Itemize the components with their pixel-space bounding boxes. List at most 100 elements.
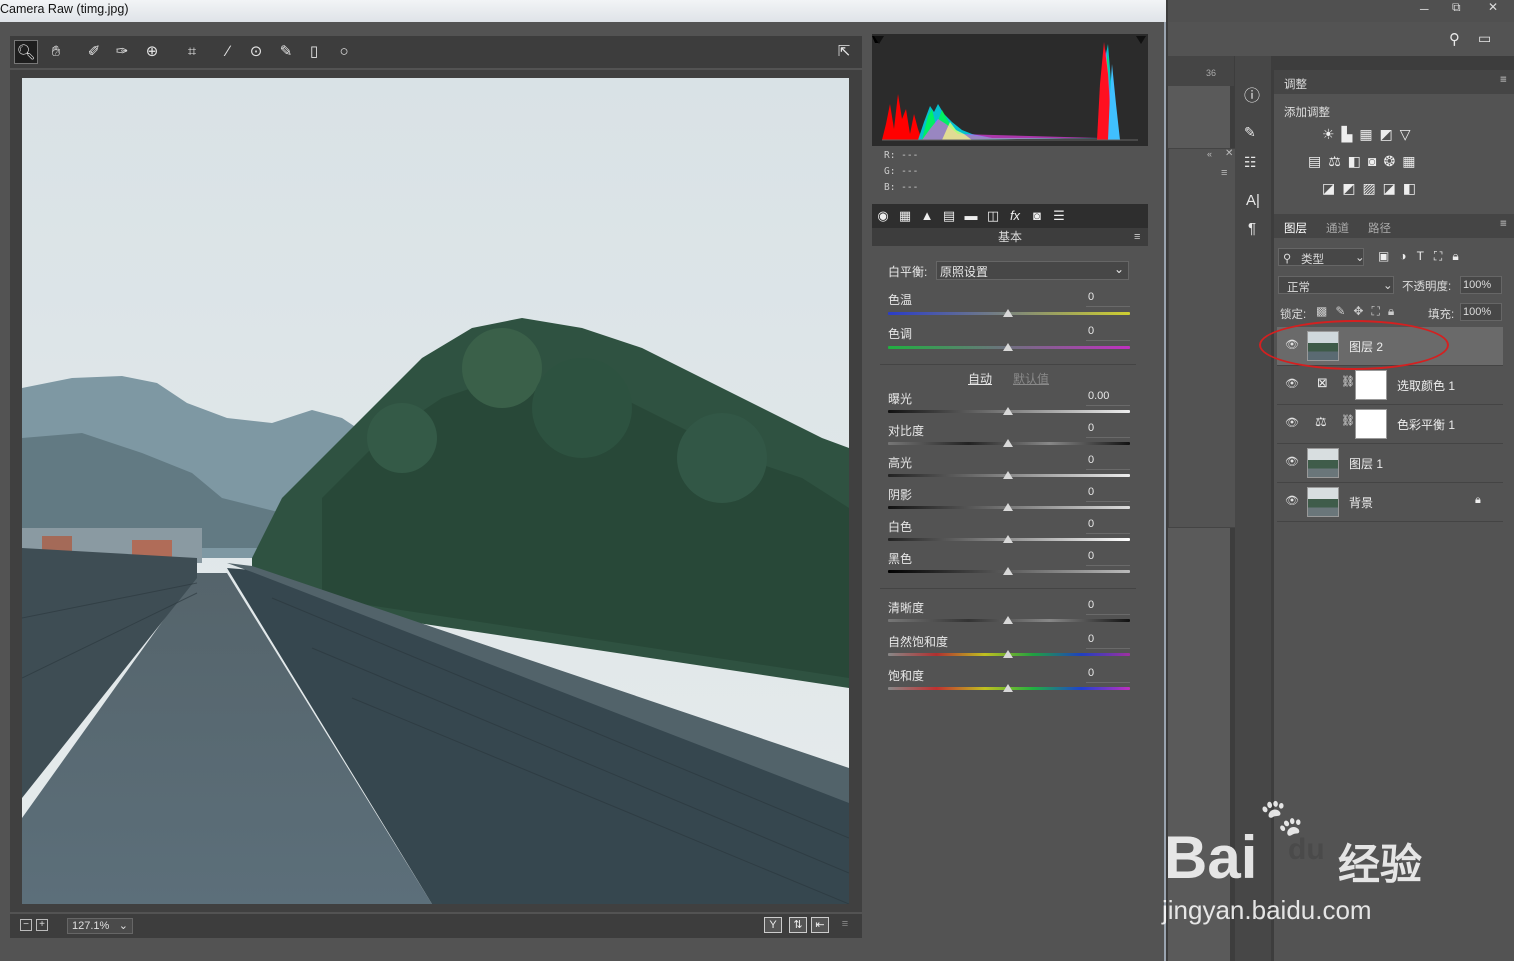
info-icon[interactable]: ⓘ xyxy=(1244,82,1260,106)
search-icon[interactable]: ⚲ xyxy=(1449,30,1460,48)
slider-value[interactable]: 0 xyxy=(1088,486,1128,498)
shadows-thumb[interactable] xyxy=(1003,503,1013,511)
tab-channels[interactable]: 通道 xyxy=(1326,220,1349,236)
tint-thumb[interactable] xyxy=(1003,343,1013,351)
slider-value[interactable]: 0 xyxy=(1088,291,1128,303)
layer-filter-select[interactable]: ⚲ 类型 ⌄ xyxy=(1278,248,1365,266)
slider-value[interactable]: 0 xyxy=(1088,550,1128,562)
highlights-thumb[interactable] xyxy=(1003,471,1013,479)
zoom-out-button[interactable]: − xyxy=(20,919,32,931)
exposure-thumb[interactable] xyxy=(1003,407,1013,415)
character-icon[interactable]: A| xyxy=(1246,192,1260,209)
vibrance-thumb[interactable] xyxy=(1003,650,1013,658)
settings-toggle-icon[interactable]: ≡ xyxy=(836,917,854,933)
white-balance-icon[interactable]: ✐ xyxy=(82,40,106,64)
collapse-icon[interactable]: « xyxy=(1207,149,1212,159)
presets-tab-icon[interactable]: ☰ xyxy=(1050,208,1068,224)
layer-filter-icons[interactable]: ▣◑T⛶🔒︎ xyxy=(1378,249,1469,264)
brush-settings-icon[interactable]: ✎ xyxy=(1244,124,1256,141)
layer-row[interactable]: 👁︎ 图层 1 xyxy=(1277,444,1503,483)
eye-icon[interactable]: 👁︎ xyxy=(1285,378,1299,390)
slider-value[interactable]: 0 xyxy=(1088,422,1128,434)
blend-mode-select[interactable]: 正常 ⌄ xyxy=(1278,276,1394,294)
value-underline xyxy=(1086,306,1130,307)
add-adjust-label: 添加调整 xyxy=(1284,107,1330,119)
adjust-icons-row-2[interactable]: ▤⚖◧◙❂▦ xyxy=(1308,153,1422,170)
eye-icon[interactable]: 👁︎ xyxy=(1285,456,1299,468)
tab-paths[interactable]: 路径 xyxy=(1368,220,1391,236)
minimize-icon[interactable]: ─ xyxy=(1420,2,1429,16)
layer-row[interactable]: 👁︎ ⊠ ⛓ 选取颜色 1 xyxy=(1277,366,1503,405)
radial-filter-icon[interactable]: ○ xyxy=(332,40,356,64)
before-after-button[interactable]: Y xyxy=(764,917,782,933)
paragraph-icon[interactable]: ¶ xyxy=(1248,220,1256,237)
lens-tab-icon[interactable]: ◫ xyxy=(984,208,1002,224)
clarity-thumb[interactable] xyxy=(1003,616,1013,624)
slider-value[interactable]: 0.00 xyxy=(1088,390,1128,402)
adjust-icons-row-3[interactable]: ◪◩▨◪◧ xyxy=(1322,180,1423,197)
adjust-tab[interactable]: 调整 xyxy=(1284,76,1307,92)
doc-tab-strip: 36 xyxy=(1168,56,1234,86)
straighten-icon[interactable]: ∕ xyxy=(216,40,240,64)
lock-icons[interactable]: ▩✎✥⛶🔒︎ xyxy=(1316,304,1402,319)
close-icon[interactable]: ✕ xyxy=(1488,0,1498,14)
close-icon[interactable]: ✕ xyxy=(1225,148,1233,159)
panel-menu-icon[interactable]: ≡ xyxy=(1221,167,1227,179)
slider-label: 阴影 xyxy=(888,488,913,502)
panel-menu-icon[interactable]: ≡ xyxy=(1500,74,1507,86)
value-underline xyxy=(1086,565,1130,566)
link-icon: ⛓ xyxy=(1341,376,1355,388)
layers-tab-bar: 图层 通道 路径 ≡ xyxy=(1274,214,1514,238)
adjust-icons-row-1[interactable]: ☀▙▦◩▽ xyxy=(1322,126,1418,143)
color-sampler-icon[interactable]: ✑ xyxy=(110,40,134,64)
opacity-input[interactable]: 100% xyxy=(1460,276,1502,294)
eye-icon[interactable]: 👁︎ xyxy=(1285,495,1299,507)
whites-thumb[interactable] xyxy=(1003,535,1013,543)
slider-value[interactable]: 0 xyxy=(1088,667,1128,679)
slider-value[interactable]: 0 xyxy=(1088,454,1128,466)
slider-value[interactable]: 0 xyxy=(1088,633,1128,645)
saturation-thumb[interactable] xyxy=(1003,684,1013,692)
white-balance-select[interactable]: 原照设置 ⌄ xyxy=(936,261,1129,280)
preview-image[interactable] xyxy=(22,78,849,904)
zoom-level-select[interactable]: 127.1% ⌄ xyxy=(67,918,133,934)
blacks-thumb[interactable] xyxy=(1003,567,1013,575)
copy-settings-icon[interactable]: ⇤ xyxy=(811,917,829,933)
zoom-in-button[interactable]: + xyxy=(36,919,48,931)
slider-value[interactable]: 0 xyxy=(1088,599,1128,611)
spot-removal-icon[interactable]: ⊙ xyxy=(244,40,268,64)
eye-icon[interactable]: 👁︎ xyxy=(1285,417,1299,429)
slider-value[interactable]: 0 xyxy=(1088,325,1128,337)
hsl-tab-icon[interactable]: ▤ xyxy=(940,208,958,224)
auto-link[interactable]: 自动 xyxy=(968,370,992,387)
camera-calibration-tab-icon[interactable]: ◙ xyxy=(1028,208,1046,224)
brush-icon[interactable]: ✎ xyxy=(274,40,298,64)
graduated-filter-icon[interactable]: ▯ xyxy=(302,40,326,64)
restore-icon[interactable]: ⧉ xyxy=(1452,0,1461,15)
hand-icon[interactable]: ✋︎ xyxy=(44,40,68,64)
panel-menu-icon[interactable]: ≡ xyxy=(1134,231,1140,243)
rgb-readout: R: --- G: --- B: --- xyxy=(872,148,938,198)
effects-tab-icon[interactable]: fx xyxy=(1006,208,1024,224)
detail-tab-icon[interactable]: ▲ xyxy=(918,208,936,224)
basic-tab-icon[interactable]: ◉ xyxy=(874,208,892,224)
workspace-icon[interactable]: ▭ xyxy=(1478,30,1491,47)
layer-row[interactable]: 👁︎ ⚖ ⛓ 色彩平衡 1 xyxy=(1277,405,1503,444)
tab-layers[interactable]: 图层 xyxy=(1284,220,1307,236)
fill-input[interactable]: 100% xyxy=(1460,303,1502,321)
split-toning-tab-icon[interactable]: ▬ xyxy=(962,208,980,224)
default-link[interactable]: 默认值 xyxy=(1013,370,1049,387)
temperature-thumb[interactable] xyxy=(1003,309,1013,317)
zoom-icon[interactable]: 🔍︎ xyxy=(14,40,38,64)
properties-icon[interactable]: ☷ xyxy=(1244,154,1257,171)
panel-menu-icon[interactable]: ≡ xyxy=(1500,218,1507,230)
swap-settings-icon[interactable]: ⇅ xyxy=(789,917,807,933)
layer-row[interactable]: 👁︎ 背景 🔒︎ xyxy=(1277,483,1503,522)
contrast-thumb[interactable] xyxy=(1003,439,1013,447)
fullscreen-icon[interactable]: ⇱ xyxy=(832,40,856,64)
slider-value[interactable]: 0 xyxy=(1088,518,1128,530)
panel-tabs: ◉ ▦ ▲ ▤ ▬ ◫ fx ◙ ☰ xyxy=(872,204,1148,228)
crop-icon[interactable]: ⌗ xyxy=(180,40,204,64)
targeted-adjust-icon[interactable]: ⊕ xyxy=(140,40,164,64)
tone-curve-tab-icon[interactable]: ▦ xyxy=(896,208,914,224)
